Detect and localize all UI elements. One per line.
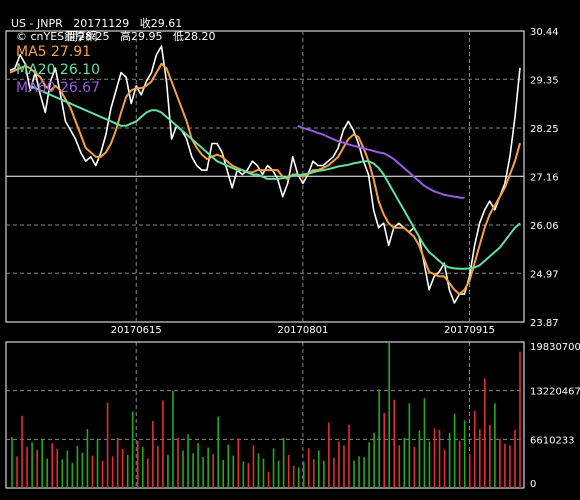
volume-ytick-label: 19830700 — [530, 342, 580, 353]
price-ytick-label: 29.35 — [530, 75, 559, 86]
price-ytick-label: 23.87 — [530, 318, 559, 329]
xtick-label: 20170801 — [277, 325, 328, 336]
volume-panel-frame — [5, 341, 525, 489]
series-line-ma20 — [29, 84, 521, 270]
price-ytick-label: 24.97 — [530, 269, 559, 280]
xtick-label: 20170615 — [111, 325, 162, 336]
xtick-label: 20170915 — [444, 325, 495, 336]
series-line-ma5 — [9, 62, 521, 296]
legend-ma5: MA5 27.91 — [16, 44, 92, 60]
series-line-ma60 — [297, 124, 465, 199]
price-ytick-label: 30.44 — [530, 27, 559, 38]
price-ytick-label: 26.06 — [530, 221, 559, 232]
volume-ytick-label: 13220467 — [530, 387, 580, 398]
legend-ma20: MA20 26.10 — [16, 62, 100, 78]
legend-ma60: MA60 26.67 — [16, 80, 100, 96]
volume-ytick-label: 0 — [530, 479, 536, 490]
brand-watermark: © cnYES鉅亨網 — [16, 30, 98, 43]
legend: © cnYES鉅亨網 MA5 27.91 MA20 26.10 MA60 26.… — [16, 30, 100, 97]
price-ytick-label: 27.16 — [530, 172, 559, 183]
volume-ytick-label: 6610233 — [530, 435, 575, 446]
price-ytick-label: 28.25 — [530, 124, 559, 135]
